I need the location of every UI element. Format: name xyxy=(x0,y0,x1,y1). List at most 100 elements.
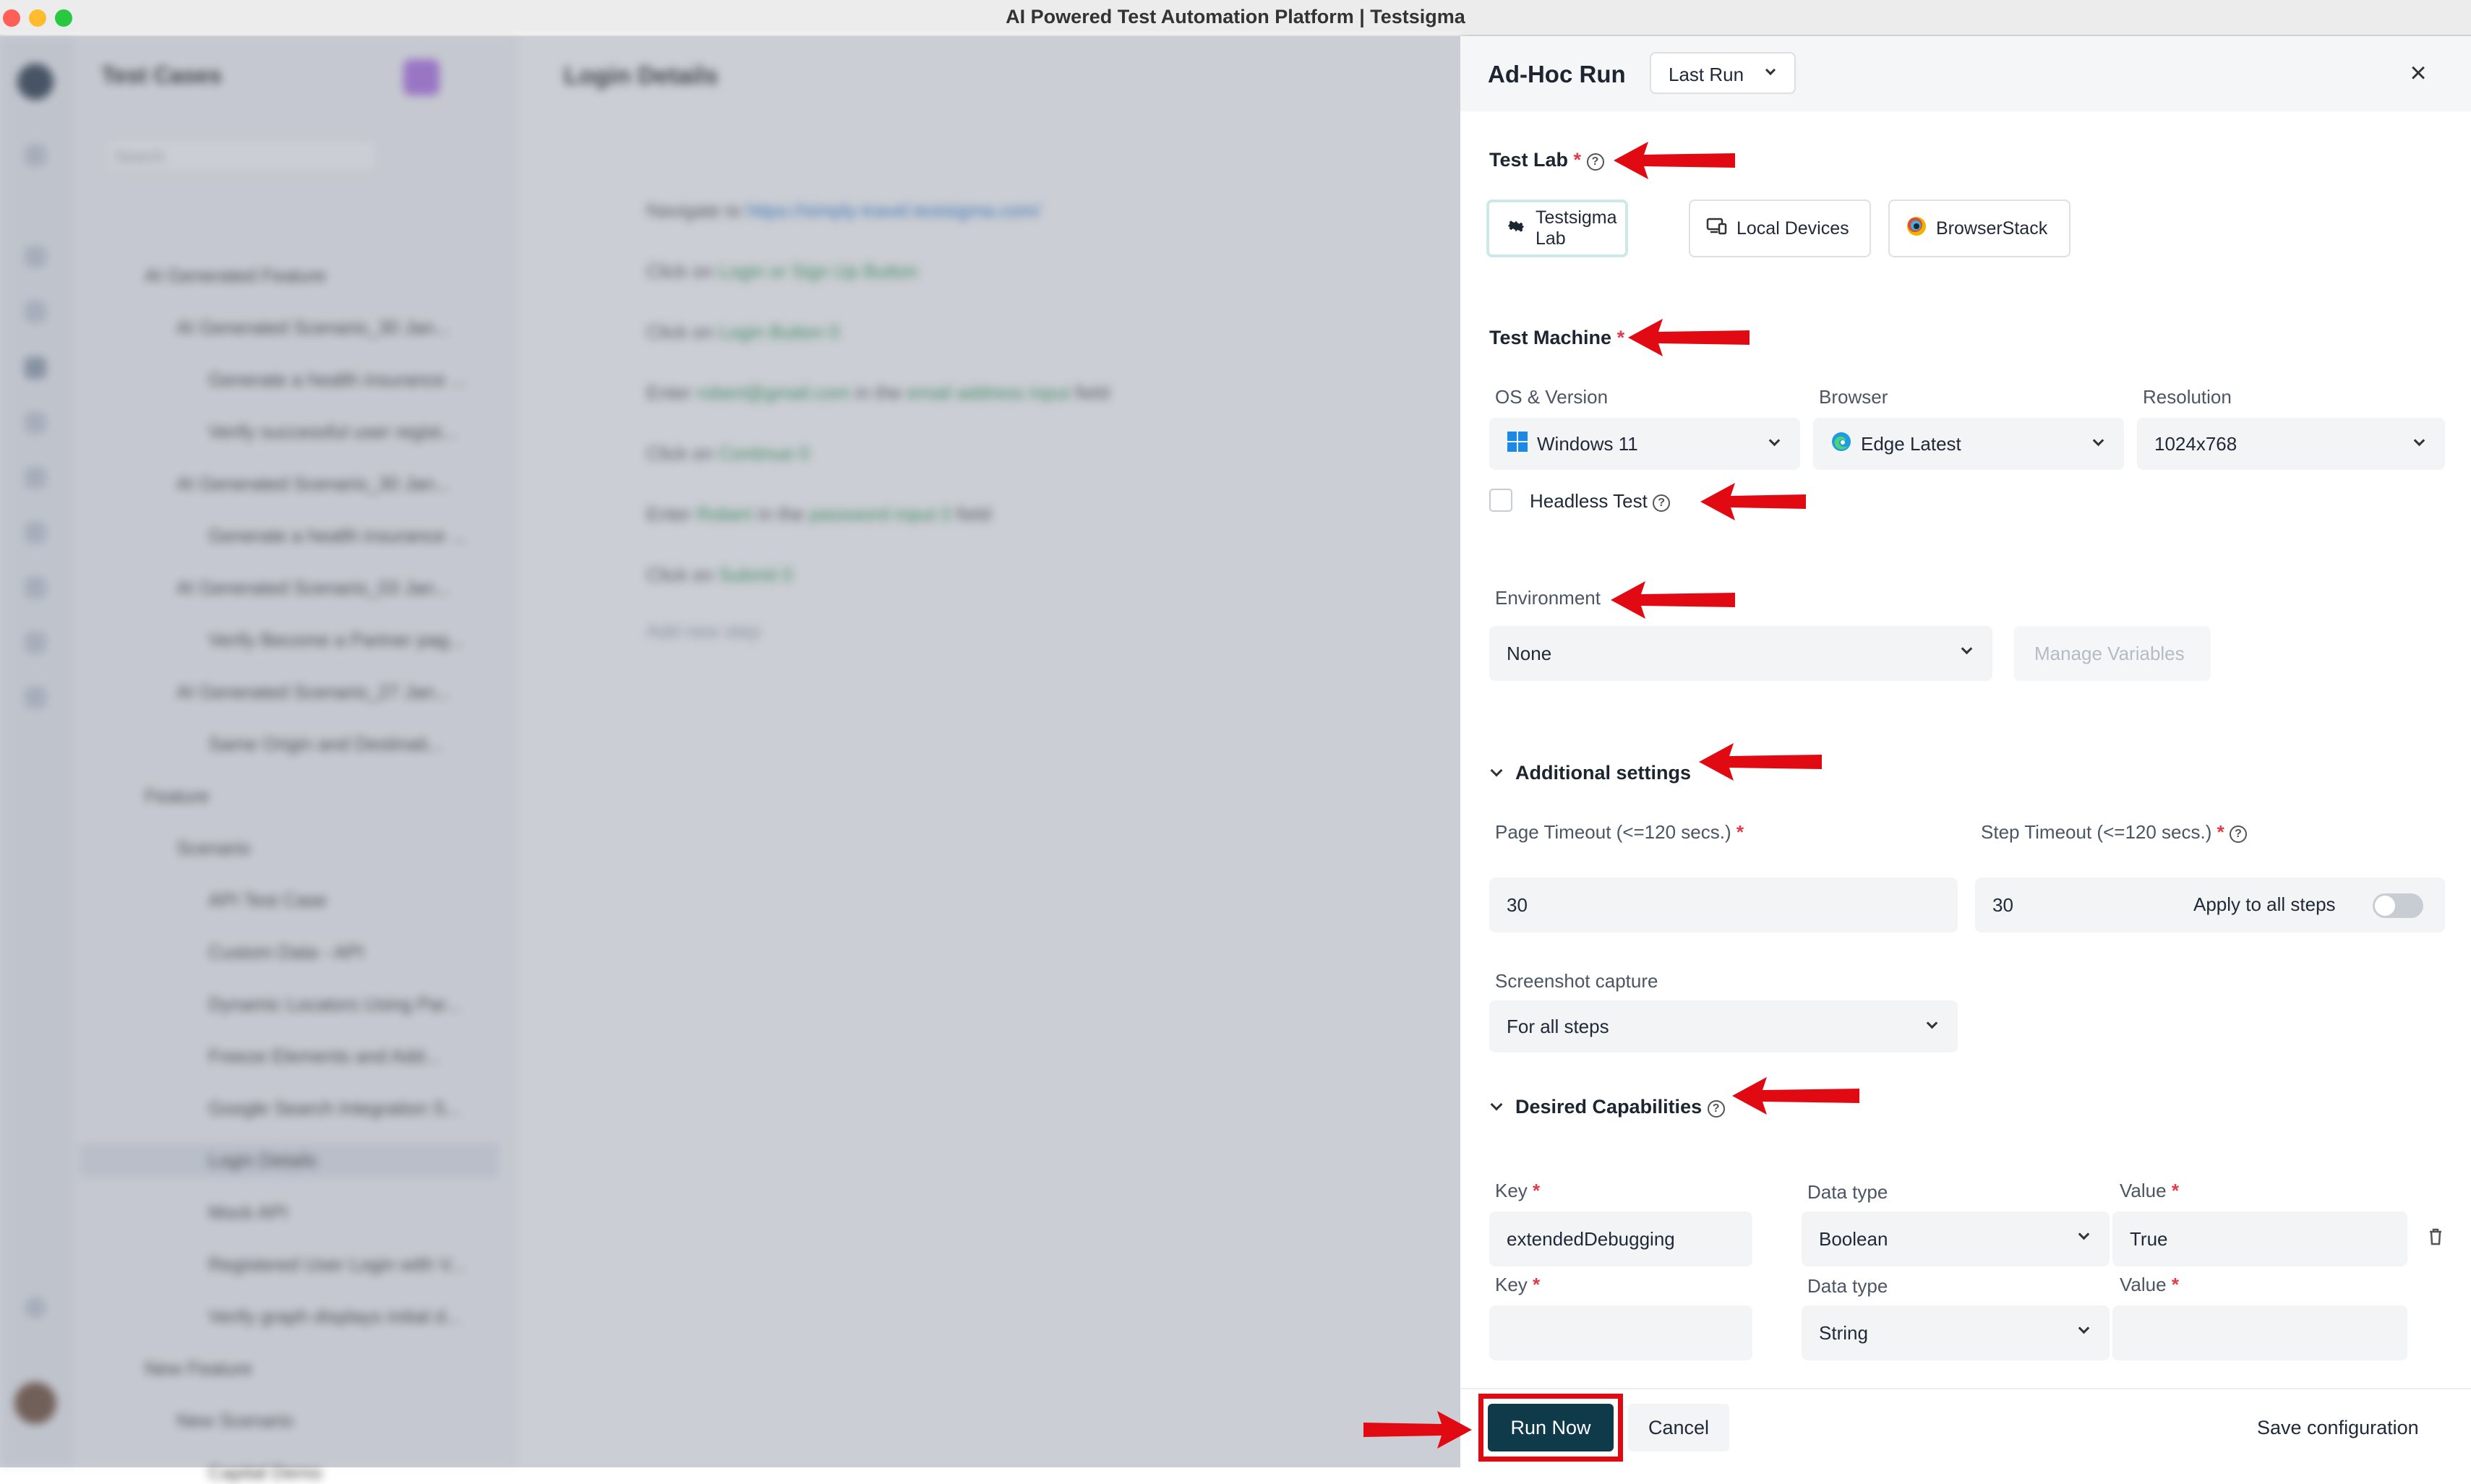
page-timeout-value: 30 xyxy=(1507,893,1528,916)
os-label: OS & Version xyxy=(1495,386,1609,408)
close-icon[interactable]: × xyxy=(2406,59,2431,87)
browser-label: Browser xyxy=(1819,386,1888,408)
cap-value-label: Value xyxy=(2120,1274,2167,1295)
panel-header: Ad-Hoc Run Last Run × xyxy=(1460,36,2471,111)
modal-overlay[interactable] xyxy=(0,36,1460,1467)
devices-icon xyxy=(1706,217,1728,241)
additional-settings-label: Additional settings xyxy=(1515,762,1691,784)
os-value: Windows 11 xyxy=(1537,432,1638,455)
edge-icon xyxy=(1830,431,1852,458)
cap-type-value: String xyxy=(1819,1321,1868,1344)
adhoc-run-panel: Ad-Hoc Run Last Run × Test Lab * ? Tests… xyxy=(1460,36,2471,1467)
cap-key-label: Key xyxy=(1495,1180,1528,1201)
lab-option-label: BrowserStack xyxy=(1936,218,2048,239)
environment-value: None xyxy=(1507,642,1552,664)
step-timeout-input[interactable]: 30 Apply to all steps xyxy=(1975,878,2445,932)
help-icon[interactable]: ? xyxy=(1586,153,1604,171)
chevron-down-icon xyxy=(1926,1017,1938,1029)
cancel-button[interactable]: Cancel xyxy=(1628,1404,1729,1451)
headless-heading: Headless Test ? xyxy=(1530,490,1671,512)
desired-capabilities-toggle[interactable]: Desired Capabilities ? xyxy=(1490,1096,1725,1118)
window-title: AI Powered Test Automation Platform | Te… xyxy=(1006,6,1465,27)
cap-value-heading: Value * xyxy=(2120,1274,2179,1296)
required-asterisk: * xyxy=(1533,1274,1541,1295)
headless-checkbox[interactable] xyxy=(1489,489,1512,512)
cap-type-label: Data type xyxy=(1807,1275,1888,1297)
page-timeout-input[interactable]: 30 xyxy=(1489,878,1958,932)
cap-key-value: extendedDebugging xyxy=(1507,1227,1675,1250)
trash-icon[interactable] xyxy=(2428,1227,2444,1251)
help-icon[interactable]: ? xyxy=(1707,1100,1725,1118)
help-icon[interactable]: ? xyxy=(2229,825,2247,843)
cap-type-select[interactable]: String xyxy=(1802,1305,2110,1360)
resolution-value: 1024x768 xyxy=(2154,432,2237,455)
panel-title: Ad-Hoc Run xyxy=(1488,61,1626,87)
browserstack-icon xyxy=(1906,215,1927,242)
cap-key-heading: Key * xyxy=(1495,1180,1540,1202)
apply-all-steps-label: Apply to all steps xyxy=(2193,893,2336,915)
chevron-down-icon xyxy=(2092,434,2104,447)
test-lab-label: Test Lab xyxy=(1489,149,1569,171)
cap-value-value: True xyxy=(2130,1227,2168,1250)
chevron-down-icon xyxy=(1961,643,1973,655)
cap-value-input[interactable] xyxy=(2112,1305,2407,1360)
highlight-frame xyxy=(1478,1394,1623,1462)
lab-option-testsigma[interactable]: Testsigma Lab xyxy=(1486,200,1628,257)
browser-value: Edge Latest xyxy=(1861,432,1961,455)
resolution-label: Resolution xyxy=(2143,386,2232,408)
headless-label: Headless Test xyxy=(1530,490,1648,512)
save-configuration-link[interactable]: Save configuration xyxy=(2257,1417,2419,1439)
test-lab-heading: Test Lab * ? xyxy=(1489,149,1604,171)
test-machine-label: Test Machine xyxy=(1489,327,1612,348)
step-timeout-label: Step Timeout (<=120 secs.) xyxy=(1981,821,2212,843)
run-preset-select[interactable]: Last Run xyxy=(1650,52,1796,94)
desired-capabilities-label: Desired Capabilities xyxy=(1515,1096,1703,1118)
chevron-down-icon xyxy=(2078,1322,2090,1334)
footer-divider xyxy=(1460,1388,2471,1389)
gear-icon xyxy=(1505,215,1527,242)
cap-key-input[interactable] xyxy=(1489,1305,1752,1360)
window-titlebar: AI Powered Test Automation Platform | Te… xyxy=(0,0,2471,36)
chevron-down-icon xyxy=(2078,1228,2090,1240)
cap-value-heading: Value * xyxy=(2120,1180,2179,1202)
page-timeout-heading: Page Timeout (<=120 secs.) * xyxy=(1495,821,1744,844)
required-asterisk: * xyxy=(2171,1274,2179,1295)
chevron-down-icon xyxy=(1765,64,1776,76)
cap-type-select[interactable]: Boolean xyxy=(1802,1211,2110,1266)
required-asterisk: * xyxy=(1573,149,1582,171)
windows-icon xyxy=(1507,431,1528,458)
step-timeout-heading: Step Timeout (<=120 secs.) * ? xyxy=(1981,821,2247,844)
required-asterisk: * xyxy=(1616,327,1625,348)
resolution-select[interactable]: 1024x768 xyxy=(2137,418,2445,470)
cap-type-value: Boolean xyxy=(1819,1227,1888,1250)
required-asterisk: * xyxy=(1533,1180,1541,1201)
cap-type-label: Data type xyxy=(1807,1181,1888,1203)
cap-key-heading: Key * xyxy=(1495,1274,1540,1296)
os-select[interactable]: Windows 11 xyxy=(1489,418,1800,470)
chevron-down-icon xyxy=(2413,434,2425,447)
cap-value-label: Value xyxy=(2120,1180,2167,1201)
required-asterisk: * xyxy=(2171,1180,2179,1201)
browser-select[interactable]: Edge Latest xyxy=(1813,418,2124,470)
screenshot-capture-label: Screenshot capture xyxy=(1495,970,1658,992)
lab-option-local-devices[interactable]: Local Devices xyxy=(1689,200,1871,257)
cap-key-label: Key xyxy=(1495,1274,1528,1295)
lab-option-label: Testsigma Lab xyxy=(1536,207,1617,249)
chevron-down-icon xyxy=(1490,764,1503,777)
help-icon[interactable]: ? xyxy=(1653,494,1671,512)
apply-all-steps-toggle[interactable] xyxy=(2373,893,2423,918)
cap-value-input[interactable]: True xyxy=(2112,1211,2407,1266)
screenshot-capture-select[interactable]: For all steps xyxy=(1489,1000,1958,1052)
additional-settings-toggle[interactable]: Additional settings xyxy=(1490,762,1691,784)
test-machine-heading: Test Machine * xyxy=(1489,327,1624,349)
manage-variables-button[interactable]: Manage Variables xyxy=(2014,626,2211,681)
required-asterisk: * xyxy=(2217,821,2224,843)
manage-variables-label: Manage Variables xyxy=(2034,642,2185,664)
screenshot-capture-value: For all steps xyxy=(1507,1015,1609,1037)
page-timeout-label: Page Timeout (<=120 secs.) xyxy=(1495,821,1731,843)
environment-select[interactable]: None xyxy=(1489,626,1992,681)
lab-option-browserstack[interactable]: BrowserStack xyxy=(1888,200,2070,257)
environment-label: Environment xyxy=(1495,587,1601,609)
lab-option-label: Local Devices xyxy=(1736,218,1849,239)
cap-key-input[interactable]: extendedDebugging xyxy=(1489,1211,1752,1266)
